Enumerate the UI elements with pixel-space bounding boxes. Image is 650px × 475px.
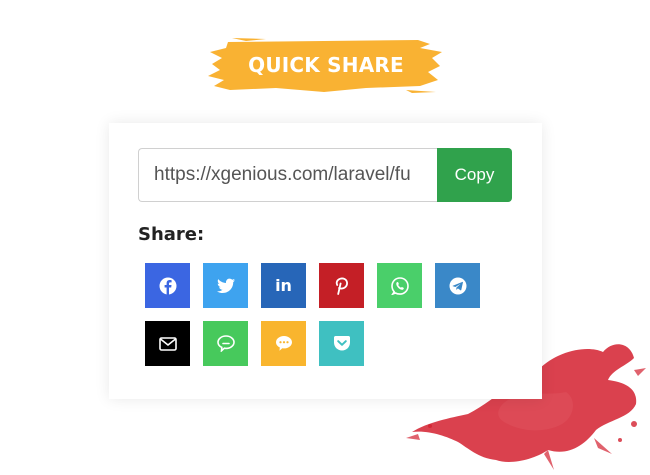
copy-button[interactable]: Copy — [437, 148, 512, 202]
linkedin-icon: in — [275, 276, 292, 295]
telegram-share-button[interactable] — [435, 263, 480, 308]
facebook-share-button[interactable] — [145, 263, 190, 308]
linkedin-share-button[interactable]: in — [261, 263, 306, 308]
whatsapp-icon — [390, 276, 409, 295]
quick-share-banner: QUICK SHARE — [206, 36, 446, 96]
twitter-share-button[interactable] — [203, 263, 248, 308]
line-icon — [216, 335, 235, 352]
email-icon — [158, 336, 177, 351]
pinterest-share-button[interactable] — [319, 263, 364, 308]
facebook-icon — [159, 277, 176, 294]
line-share-button[interactable] — [203, 321, 248, 366]
whatsapp-share-button[interactable] — [377, 263, 422, 308]
sms-share-button[interactable] — [261, 321, 306, 366]
share-card: Copy Share: in — [109, 123, 542, 399]
email-share-button[interactable] — [145, 321, 190, 366]
banner-title: QUICK SHARE — [248, 52, 404, 77]
sms-icon — [275, 336, 292, 351]
twitter-icon — [216, 278, 235, 293]
pocket-share-button[interactable] — [319, 321, 364, 366]
url-copy-group: Copy — [138, 148, 513, 202]
pinterest-icon — [335, 277, 348, 295]
share-url-input[interactable] — [138, 148, 448, 202]
telegram-icon — [449, 277, 466, 294]
share-label: Share: — [138, 224, 205, 245]
pocket-icon — [333, 336, 350, 351]
